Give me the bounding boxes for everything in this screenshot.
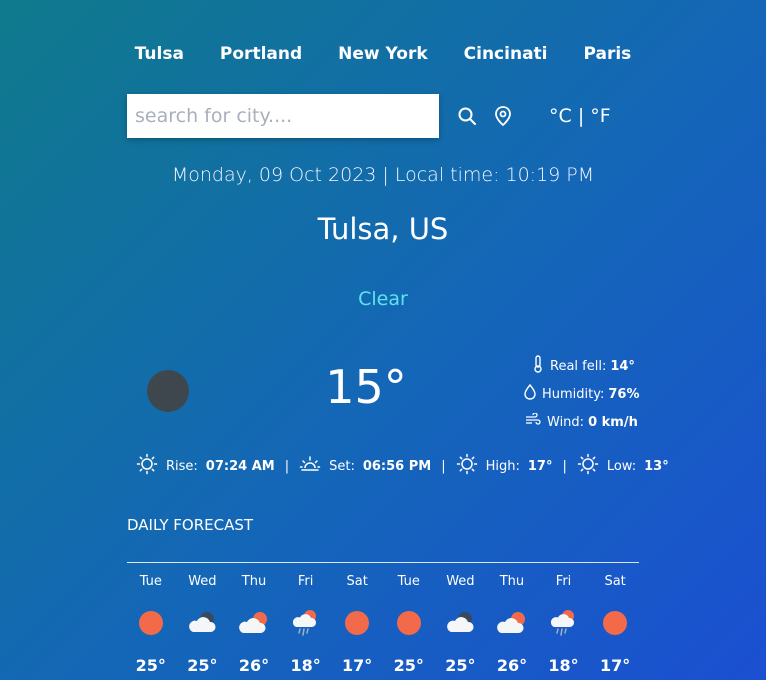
forecast-day: Sat 17°: [331, 572, 383, 675]
city-nav: Tulsa Portland New York Cincinati Paris: [0, 44, 766, 64]
search-row: °C | °F: [127, 94, 647, 138]
current-temperature: 15°: [325, 360, 407, 414]
forecast-day: Wed 25°: [435, 572, 487, 675]
rain-sun-icon: [547, 606, 581, 640]
humidity-value: 76%: [608, 386, 640, 402]
wind-icon: [525, 412, 547, 431]
cloud-sun-icon: [237, 606, 271, 640]
wind-row: Wind: 0 km/h: [525, 408, 660, 436]
thermometer-icon: [532, 355, 550, 377]
real-feel-label: Real fell:: [550, 358, 607, 374]
city-link-new-york[interactable]: New York: [320, 44, 446, 64]
date-time: Monday, 09 Oct 2023 | Local time: 10:19 …: [171, 164, 595, 186]
cloud-sun-icon: [495, 606, 529, 640]
sunset-value: 06:56 PM: [362, 458, 432, 474]
sunrise-icon: [136, 453, 158, 479]
forecast-temperature: 17°: [342, 656, 373, 675]
forecast-day-name: Wed: [188, 574, 217, 589]
fahrenheit-button[interactable]: °F: [590, 105, 610, 127]
low-value: 13°: [644, 458, 669, 474]
separator: |: [562, 458, 567, 474]
forecast-day: Sat 17°: [589, 572, 641, 675]
forecast-temperature: 18°: [548, 656, 579, 675]
rain-sun-icon: [289, 606, 323, 640]
sun-icon: [134, 606, 168, 640]
sunrise-label: Rise:: [166, 458, 198, 474]
location-title: Tulsa, US: [317, 212, 449, 246]
high-temp-icon: [456, 453, 478, 479]
unit-separator: |: [577, 105, 585, 127]
cloud-night-icon: [443, 606, 477, 640]
separator: |: [284, 458, 290, 474]
sun-icon: [340, 606, 374, 640]
forecast-day: Tue 25°: [125, 572, 177, 675]
forecast-temperature: 18°: [290, 656, 321, 675]
forecast-day: Fri 18°: [280, 572, 332, 675]
sunset-icon: [299, 453, 321, 479]
high-value: 17°: [527, 458, 553, 474]
humidity-label: Humidity:: [542, 386, 605, 402]
moon-icon: [147, 370, 189, 412]
cloud-night-icon: [185, 606, 219, 640]
wind-label: Wind:: [547, 414, 585, 430]
forecast-title: DAILY FORECAST: [127, 516, 254, 534]
forecast-day-name: Wed: [446, 574, 475, 589]
search-input[interactable]: [127, 94, 439, 138]
forecast-temperature: 26°: [238, 656, 270, 675]
sunset-label: Set:: [329, 458, 355, 474]
city-link-cincinati[interactable]: Cincinati: [446, 44, 566, 64]
unit-toggle: °C | °F: [549, 105, 611, 127]
forecast-day: Thu 26°: [228, 572, 280, 675]
forecast-day-name: Tue: [139, 574, 162, 589]
sun-icon: [598, 606, 632, 640]
celsius-button[interactable]: °C: [549, 105, 572, 127]
forecast-temperature: 25°: [445, 656, 476, 675]
humidity-row: Humidity: 76%: [524, 380, 660, 408]
search-icon[interactable]: [455, 104, 479, 128]
forecast-day: Fri 18°: [538, 572, 590, 675]
forecast-day: Tue 25°: [383, 572, 435, 675]
city-link-portland[interactable]: Portland: [202, 44, 320, 64]
forecast-temperature: 25°: [393, 656, 424, 675]
city-link-tulsa[interactable]: Tulsa: [117, 44, 202, 64]
forecast-day-name: Fri: [297, 574, 314, 589]
weather-condition: Clear: [358, 288, 408, 310]
sunrise-value: 07:24 AM: [205, 458, 275, 474]
forecast-day-name: Thu: [241, 574, 267, 589]
divider: [127, 562, 639, 563]
forecast-day: Wed 25°: [177, 572, 229, 675]
low-temp-icon: [577, 453, 599, 479]
real-feel-value: 14°: [610, 358, 635, 374]
location-pin-icon[interactable]: [491, 104, 515, 128]
forecast-day: Thu 26°: [486, 572, 538, 675]
forecast-temperature: 17°: [600, 656, 631, 675]
separator: |: [441, 458, 446, 474]
droplet-icon: [524, 383, 542, 404]
forecast-day-name: Sat: [604, 574, 626, 589]
forecast-day-name: Fri: [555, 574, 572, 589]
daily-forecast: Tue 25° Wed 25° Thu 26° Fri 18° Sat 17° Tue 25° Wed 2…: [125, 572, 641, 675]
sun-info-row: Rise: 07:24 AM | Set: 06:56 PM | High: 1…: [136, 453, 669, 479]
high-label: High:: [485, 458, 520, 474]
forecast-day-name: Sat: [346, 574, 368, 589]
forecast-temperature: 26°: [496, 656, 528, 675]
sun-icon: [392, 606, 426, 640]
forecast-temperature: 25°: [187, 656, 218, 675]
city-link-paris[interactable]: Paris: [566, 44, 650, 64]
wind-value: 0 km/h: [588, 414, 638, 430]
weather-details: Real fell: 14° Humidity: 76% Wind: 0 km/…: [520, 352, 660, 436]
real-feel-row: Real fell: 14°: [532, 352, 660, 380]
forecast-temperature: 25°: [135, 656, 166, 675]
low-label: Low:: [606, 458, 637, 474]
forecast-day-name: Tue: [397, 574, 420, 589]
forecast-day-name: Thu: [499, 574, 525, 589]
